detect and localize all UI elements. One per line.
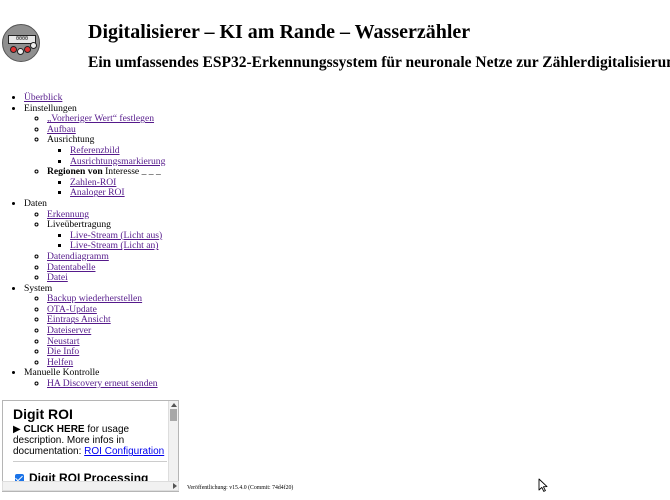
- page-subtitle: Ein umfassendes ESP32-Erkennungssystem f…: [88, 54, 670, 71]
- panel-description: ▶ CLICK HERE for usage description. More…: [13, 424, 168, 458]
- menu-item-backup: Backup wiederherstellen: [47, 293, 400, 305]
- menu-root: Überblick Einstellungen „Vorheriger Wert…: [0, 92, 400, 390]
- mouse-cursor-icon: [538, 478, 548, 492]
- menu-item-file-server: Dateiserver: [47, 325, 400, 337]
- menu-item-restart: Neustart: [47, 336, 400, 348]
- link-reference-image[interactable]: Referenzbild: [70, 145, 120, 156]
- submenu-alignment: Referenzbild Ausrichtungsmarkierung: [47, 145, 400, 167]
- link-data-table[interactable]: Datentabelle: [47, 262, 95, 273]
- link-data-chart[interactable]: Datendiagramm: [47, 251, 109, 262]
- panel-vertical-scrollbar[interactable]: [168, 401, 178, 491]
- version-info: Veröffentlichung: v15.4.0 (Commit: 74d4f…: [187, 485, 294, 491]
- submenu-roi: Zahlen-ROI Analoger ROI: [47, 177, 400, 199]
- menu-item-help: Helfen: [47, 357, 400, 369]
- link-overview[interactable]: Überblick: [24, 92, 62, 103]
- menu-item-data-table: Datentabelle: [47, 262, 400, 274]
- link-digits-roi[interactable]: Zahlen-ROI: [70, 177, 116, 188]
- submenu-settings: „Vorheriger Wert“ festlegen Aufbau Ausri…: [24, 113, 400, 199]
- scroll-up-icon[interactable]: [171, 403, 177, 407]
- page-header: 0000 Digitalisierer – KI am Rande – Wass…: [0, 0, 670, 86]
- submenu-manual: HA Discovery erneut senden: [24, 378, 400, 390]
- menu-item-info: Die Info: [47, 346, 400, 358]
- link-stream-off[interactable]: Live-Stream (Licht aus): [70, 230, 162, 241]
- link-log-view[interactable]: Eintrags Ansicht: [47, 314, 111, 326]
- link-restart[interactable]: Neustart: [47, 336, 80, 347]
- menu-label-manual: Manuelle Kontrolle: [24, 367, 100, 379]
- menu-item-live: Liveübertragung Live-Stream (Licht aus) …: [47, 219, 400, 252]
- link-recognition[interactable]: Erkennung: [47, 209, 89, 220]
- menu-item-ha-discovery: HA Discovery erneut senden: [47, 378, 400, 390]
- menu-label-data: Daten: [24, 197, 47, 209]
- panel-heading: Digit ROI: [13, 406, 73, 422]
- menu-item-system: System Backup wiederherstellen OTA-Updat…: [24, 282, 400, 369]
- menu-label-live: Liveübertragung: [47, 219, 111, 231]
- submenu-data: Erkennung Liveübertragung Live-Stream (L…: [24, 209, 400, 284]
- menu-item-data-chart: Datendiagramm: [47, 251, 400, 263]
- menu-item-data: Daten Erkennung Liveübertragung Live-Str…: [24, 197, 400, 284]
- link-alignment-marker[interactable]: Ausrichtungsmarkierung: [70, 156, 165, 167]
- submenu-system: Backup wiederherstellen OTA-Update Eintr…: [24, 293, 400, 369]
- link-backup[interactable]: Backup wiederherstellen: [47, 293, 142, 304]
- digit-roi-iframe[interactable]: Digit ROI ▶ CLICK HERE for usage descrip…: [2, 400, 179, 492]
- link-analog-roi[interactable]: Analoger ROI: [70, 187, 125, 199]
- menu-item-alignment: Ausrichtung Referenzbild Ausrichtungsmar…: [47, 135, 400, 167]
- link-setup[interactable]: Aufbau: [47, 124, 76, 135]
- logo-dial: [30, 42, 37, 49]
- logo-dial: [17, 48, 24, 55]
- menu-label-alignment: Ausrichtung: [47, 134, 95, 146]
- menu-item-overview: Überblick: [24, 92, 400, 104]
- menu-item-file: Datei: [47, 272, 400, 284]
- roi-config-link[interactable]: ROI Configuration: [84, 446, 164, 457]
- menu-item-prev-value: „Vorheriger Wert“ festlegen: [47, 113, 400, 125]
- menu-item-stream-on: Live-Stream (Licht an): [70, 241, 400, 252]
- logo-dial: [10, 46, 17, 53]
- link-stream-on[interactable]: Live-Stream (Licht an): [70, 240, 158, 252]
- menu-item-roi: Regionen von Interesse _ _ _ Zahlen-ROI …: [47, 166, 400, 199]
- click-here-toggle[interactable]: ▶ CLICK HERE: [13, 424, 85, 435]
- menu-item-manual: Manuelle Kontrolle HA Discovery erneut s…: [24, 368, 400, 389]
- menu-item-log-view: Eintrags Ansicht: [47, 315, 400, 326]
- menu-item-settings: Einstellungen „Vorheriger Wert“ festlege…: [24, 102, 400, 199]
- menu-item-setup: Aufbau: [47, 124, 400, 136]
- link-info[interactable]: Die Info: [47, 346, 79, 357]
- main-menu: Überblick Einstellungen „Vorheriger Wert…: [0, 92, 400, 390]
- menu-label-roi-bold: Regionen von: [47, 166, 103, 178]
- panel-horizontal-scrollbar[interactable]: [2, 481, 179, 491]
- panel-divider: [13, 461, 167, 462]
- menu-item-analog-roi: Analoger ROI: [70, 188, 400, 199]
- page-title: Digitalisierer – KI am Rande – Wasserzäh…: [88, 21, 471, 43]
- scroll-right-icon[interactable]: [173, 483, 177, 489]
- link-file[interactable]: Datei: [47, 272, 68, 283]
- menu-label-system: System: [24, 282, 53, 294]
- menu-label-roi-rest: Interesse _ _ _: [102, 166, 161, 178]
- submenu-live: Live-Stream (Licht aus) Live-Stream (Lic…: [47, 230, 400, 252]
- app-logo: 0000: [2, 24, 40, 62]
- link-help[interactable]: Helfen: [47, 357, 73, 368]
- link-prev-value[interactable]: „Vorheriger Wert“ festlegen: [47, 113, 154, 124]
- link-ota[interactable]: OTA-Update: [47, 304, 97, 315]
- link-ha-discovery[interactable]: HA Discovery erneut senden: [47, 378, 158, 389]
- scroll-thumb[interactable]: [170, 409, 177, 421]
- link-file-server[interactable]: Dateiserver: [47, 325, 91, 336]
- menu-label-settings: Einstellungen: [24, 102, 77, 114]
